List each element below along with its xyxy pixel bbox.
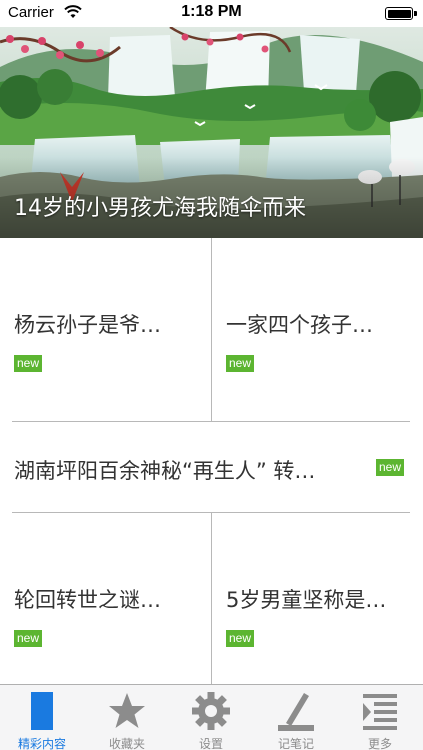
status-bar: Carrier 1:18 PM — [0, 0, 423, 27]
list-icon — [363, 694, 397, 730]
clock-label: 1:18 PM — [181, 3, 242, 20]
hero-caption: 14岁的小男孩尤海我随伞而来 — [14, 196, 306, 221]
tab-bar: 精彩内容 收藏夹 设置 记笔记 更多 — [0, 684, 423, 750]
tab-favorites[interactable]: 收藏夹 — [85, 685, 169, 750]
pen-icon — [278, 693, 314, 731]
battery-icon — [385, 7, 413, 20]
new-badge: new — [226, 355, 255, 372]
news-title: 5岁男童坚称是… — [226, 588, 387, 612]
tab-label: 更多 — [367, 737, 392, 750]
tab-featured[interactable]: 精彩内容 — [0, 685, 84, 750]
tab-label: 设置 — [198, 737, 223, 750]
battery-tip — [414, 11, 417, 16]
news-item[interactable]: 湖南坪阳百余神秘“再生人” 转… new — [0, 422, 423, 512]
news-title: 杨云孙子是爷… — [14, 313, 161, 337]
document-icon — [31, 692, 53, 730]
tab-settings[interactable]: 设置 — [169, 685, 253, 750]
tab-label: 记笔记 — [277, 737, 314, 750]
tab-more[interactable]: 更多 — [338, 685, 422, 750]
news-title: 轮回转世之谜… — [14, 588, 161, 612]
tab-label: 收藏夹 — [108, 737, 145, 750]
tab-label: 精彩内容 — [17, 737, 66, 750]
new-badge: new — [14, 355, 43, 372]
new-badge: new — [14, 630, 43, 647]
news-item[interactable]: 轮回转世之谜… new — [0, 513, 211, 684]
star-icon — [109, 693, 145, 728]
news-title: 一家四个孩子… — [226, 313, 373, 337]
news-item[interactable]: 5岁男童坚称是… new — [212, 513, 423, 684]
news-title: 湖南坪阳百余神秘“再生人” 转… — [14, 459, 316, 483]
tab-notes[interactable]: 记笔记 — [254, 685, 338, 750]
hero-banner[interactable]: 14岁的小男孩尤海我随伞而来 — [0, 27, 423, 238]
gear-icon — [192, 692, 230, 730]
news-item[interactable]: 一家四个孩子… new — [212, 238, 423, 421]
news-item[interactable]: 杨云孙子是爷… new — [0, 238, 211, 421]
new-badge: new — [376, 459, 405, 476]
new-badge: new — [226, 630, 255, 647]
